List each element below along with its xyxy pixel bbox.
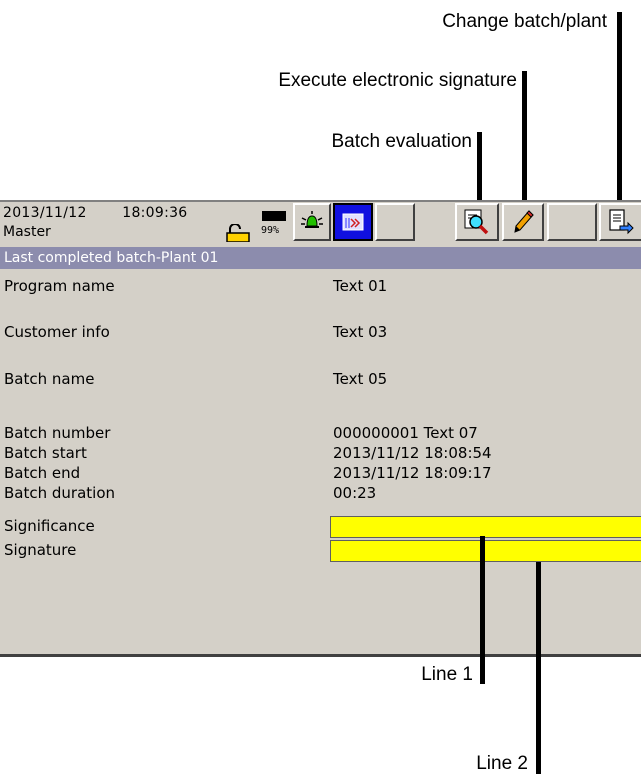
status-user: Master (3, 224, 51, 240)
screen-bottom-edge (0, 654, 641, 657)
value-batch-duration: 00:23 (333, 484, 377, 502)
callout-change-batch-plant: Change batch/plant (442, 11, 607, 32)
memory-chip-icon (262, 211, 286, 221)
callout-line2: Line 2 (476, 753, 528, 774)
label-batch-duration: Batch duration (4, 484, 116, 502)
label-signature: Signature (4, 541, 77, 559)
label-program-name: Program name (4, 277, 115, 295)
electronic-signature-button[interactable] (502, 203, 544, 241)
device-screen: 2013/11/12 18:09:36 Master 99% Last comp… (0, 200, 641, 656)
callout-line-line2 (536, 562, 541, 774)
empty-slot-2 (547, 203, 597, 241)
memory-percent: 99% (261, 225, 280, 236)
unlocked-padlock-icon (224, 223, 254, 243)
recording-icon (342, 213, 364, 231)
alarm-bell-icon (301, 211, 323, 228)
label-batch-number: Batch number (4, 424, 111, 442)
status-time: 18:09:36 (122, 205, 188, 221)
value-batch-number: 000000001 Text 07 (333, 424, 478, 442)
export-icon (609, 209, 634, 235)
recording-button[interactable] (333, 203, 373, 241)
signature-field[interactable] (330, 540, 641, 562)
callout-line-line1 (480, 536, 485, 684)
callout-line-signature (522, 71, 527, 202)
label-batch-start: Batch start (4, 444, 87, 462)
magnifier-icon (464, 209, 489, 235)
change-batch-plant-button[interactable] (599, 203, 641, 241)
memory-icon: 99% (258, 205, 292, 243)
callout-line-change-batch (617, 12, 622, 202)
label-significance: Significance (4, 517, 95, 535)
pencil-icon (514, 210, 534, 233)
label-customer-info: Customer info (4, 323, 110, 341)
empty-slot-1 (375, 203, 415, 241)
alarm-button[interactable] (293, 203, 331, 241)
value-batch-name: Text 05 (333, 370, 388, 388)
status-toolbar: 2013/11/12 18:09:36 Master 99% (0, 202, 641, 245)
significance-field[interactable] (330, 516, 641, 538)
label-batch-name: Batch name (4, 370, 95, 388)
panel-title: Last completed batch-Plant 01 (0, 247, 641, 269)
callout-batch-evaluation: Batch evaluation (331, 131, 473, 152)
label-batch-end: Batch end (4, 464, 81, 482)
callout-line-evaluation (477, 132, 482, 202)
status-datetime: 2013/11/12 18:09:36 (3, 205, 188, 221)
callout-execute-signature: Execute electronic signature (278, 70, 517, 91)
value-program-name: Text 01 (333, 277, 388, 295)
value-batch-end: 2013/11/12 18:09:17 (333, 464, 492, 482)
batch-evaluation-button[interactable] (455, 203, 499, 241)
status-date: 2013/11/12 (3, 205, 87, 221)
callout-line1: Line 1 (421, 664, 473, 685)
value-batch-start: 2013/11/12 18:08:54 (333, 444, 492, 462)
value-customer-info: Text 03 (333, 323, 388, 341)
